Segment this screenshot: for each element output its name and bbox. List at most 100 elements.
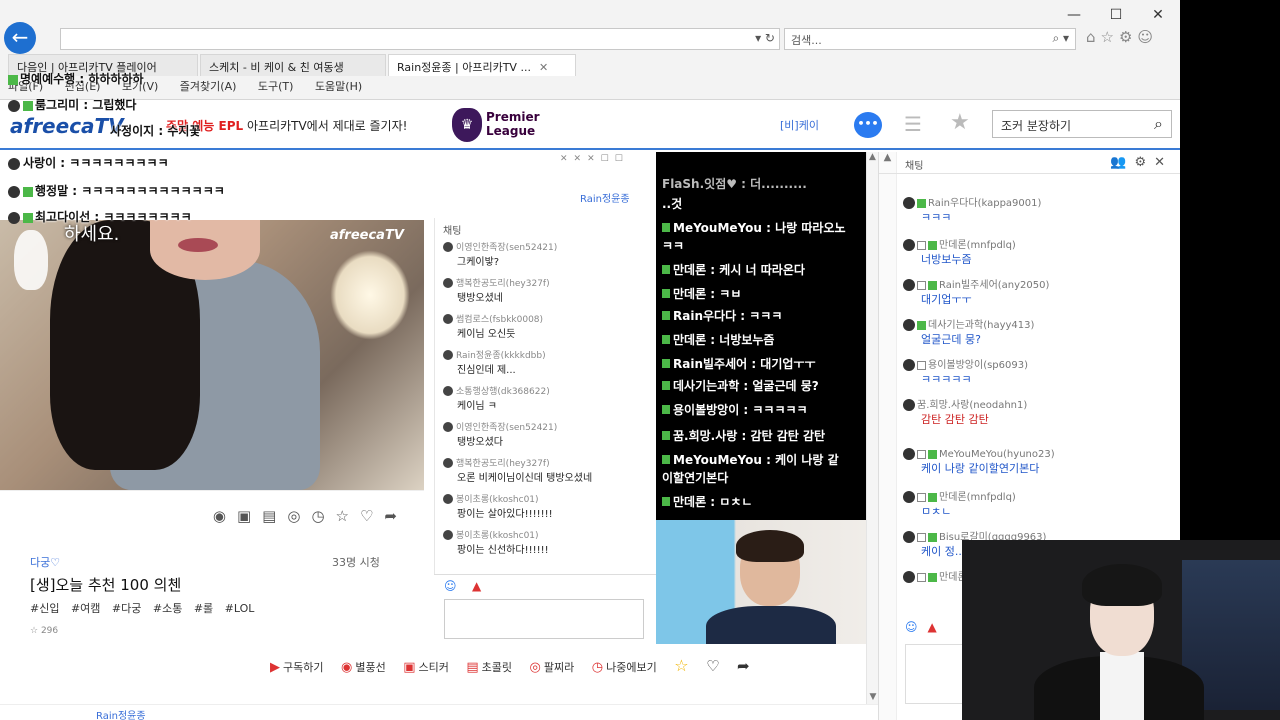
overlay-chat-line: 행정말 : ㅋㅋㅋㅋㅋㅋㅋㅋㅋㅋㅋㅋㅋ [8,182,225,199]
list-item[interactable]: 데사기는과학(hayy413) 얼굴근데 뭉? [903,316,1175,347]
close-window-icon[interactable]: ✕ [1144,4,1172,26]
list-item[interactable]: Rain정윤종(kkkkdbb) 진심인데 제... [443,348,653,376]
overlay-chat-line: MeYouMeYou : 케이 나랑 같 [662,452,874,469]
bottom-strip: Rain정윤종 [0,704,878,720]
list-item[interactable]: 썸컴로스(fsbkk0008) 케이님 오신듯 [443,312,653,340]
page-scrollbar[interactable]: ▲ ▼ [866,152,878,704]
list-item[interactable]: 행복한공도리(hey327f) 오론 비케이님이신데 탱방오셨네 [443,456,653,484]
mid-chat-title: 채팅 [443,226,462,237]
sticker-button[interactable]: ▣ 스티커 [403,659,449,675]
avatar [443,494,453,504]
viewer-count: 33명 시청 [332,556,380,569]
balloon-icon: ◉ [340,660,353,675]
inner-user[interactable]: Rain정윤종 [580,190,630,205]
list-item[interactable]: MeYouMeYou(hyuno23) 케이 나랑 같이할연기본다 [903,448,1175,476]
list-item[interactable]: 꿈.희망.사랑(neodahn1) 감탄 감탄 감탄 [903,396,1175,427]
chat-scrollbar[interactable]: ▲ [879,152,897,720]
list-item[interactable]: 소통행상행(dk368622) 케이님 ㅋ [443,384,653,412]
header-user[interactable]: [비]케이 [780,117,819,133]
stream-tags[interactable]: #신입 #여캠 #다궁 #소통 #롤 #LOL [30,600,254,616]
sticker-icon: ▣ [403,660,416,675]
favorite-star-icon[interactable]: ★ [950,110,970,135]
list-item[interactable]: 봉이초롱(kkoshc01) 팡이는 살아있다!!!!!!! [443,492,653,520]
menu-help[interactable]: 도움말(H) [315,80,362,93]
list-item[interactable]: 만데론(mnfpdlq) ㅁㅊㄴ [903,488,1175,519]
lion-icon: ♛ [452,108,482,142]
tab-sketch[interactable]: 스케치 - 비 케이 & 친 여동생 [200,54,386,76]
avatar [903,531,915,543]
bottom-streamer[interactable]: Rain정윤종 [96,707,146,720]
mid-chat-input[interactable] [444,599,644,639]
streamer-name[interactable]: 다궁♡ [30,554,60,570]
scroll-up-icon[interactable]: ▲ [867,152,878,162]
inner-window-controls[interactable]: ✕✕✕☐☐ [560,154,629,164]
right-chat-input[interactable] [905,644,969,704]
premier-league-logo[interactable]: ♛ Premier League [452,108,542,142]
avatar [903,239,915,251]
overlay-chat-line: FlaSh.잇점♥ : 더.......... [662,177,807,191]
list-item[interactable]: Rain우다다(kappa9001) ㅋㅋㅋ [903,194,1175,225]
list-item[interactable]: 용이볼방앙이(sp6093) ㅋㅋㅋㅋㅋ [903,356,1175,387]
subscribe-button[interactable]: ▶ 구독하기 [270,659,323,675]
search-icon[interactable]: ⌕ [1154,114,1163,134]
search-icon[interactable]: ⌕ ▾ [1052,31,1069,46]
chocolate-icon: ▤ [466,660,479,675]
maximize-icon[interactable]: ☐ [1102,4,1130,26]
avatar [443,278,453,288]
overlay-chat-line: 꿈.희망.사랑 : 감탄 감탄 감탄 [662,428,874,445]
browser-chrome: — ☐ ✕ ← ▾ ↻ 검색... ⌕ ▾ ⌂☆⚙☺ 다음인 | 아프리카TV … [0,0,1180,100]
avatar [903,319,915,331]
list-item[interactable]: 이영인한족장(sen52421) 탱방오셨다 [443,420,653,448]
watch-later-button[interactable]: ◷ 나중에보기 [592,659,657,675]
address-bar[interactable]: ▾ ↻ [60,28,780,50]
list-item[interactable]: 봉이초롱(kkoshc01) 팡이는 신선하다!!!!!! [443,528,653,556]
alert-icon[interactable]: ▲ [928,620,947,634]
star-balloon-button[interactable]: ◉ 별풍선 [341,659,386,675]
chocolate-button[interactable]: ▤ 초콜릿 [466,659,512,675]
users-icon[interactable]: 👥 [1110,155,1134,170]
avatar [903,197,915,209]
avatar [903,359,915,371]
minimize-icon[interactable]: — [1060,4,1088,26]
hamburger-menu-icon[interactable]: ☰ [904,112,922,136]
ghost-sticker [14,230,48,290]
overlay-chat-line: 만데론 : ㅋㅂ [662,286,874,303]
player-controls: ◉▣▤◎◷☆♡➦ [0,490,424,540]
close-icon[interactable]: ✕ [1154,155,1173,170]
alert-icon[interactable]: ▲ [472,579,481,593]
chat-bubble-icon[interactable]: ••• [854,112,882,138]
promo-banner[interactable]: 주말 예능 EPL 아프리카TV에서 제대로 즐기자! [166,117,407,134]
emoji-icon[interactable]: ☺ [444,579,457,593]
browser-toolbar-icons[interactable]: ⌂☆⚙☺ [1086,28,1158,46]
overlay-chat-line: 만데론 : ㅁㅊㄴ [662,494,874,511]
header-search-input[interactable]: 조커 분장하기 ⌕ [992,110,1172,138]
browser-search-input[interactable]: 검색... ⌕ ▾ [784,28,1076,50]
list-item[interactable]: 만데론(mnfpdlq) 너방보누즘 [903,236,1175,267]
avatar [903,448,915,460]
header-search-text: 조커 분장하기 [1001,119,1072,133]
emoji-icon[interactable]: ☺ [905,620,928,634]
like-icon[interactable]: ♡ [706,657,719,675]
refresh-icon[interactable]: ▾ ↻ [755,31,775,45]
player-control-icons[interactable]: ◉▣▤◎◷☆♡➦ [213,507,408,525]
back-button[interactable]: ← [4,22,36,54]
menu-favorites[interactable]: 즐겨찾기(A) [180,80,237,93]
list-item[interactable]: 행복한공도리(hey327f) 탱방오셨네 [443,276,653,304]
bracelet-button[interactable]: ◎ 팔찌라 [530,659,575,675]
menu-tools[interactable]: 도구(T) [258,80,294,93]
favorite-icon[interactable]: ☆ [674,656,688,675]
list-item[interactable]: Rain빌주세어(any2050) 대기업ㅜㅜ [903,276,1175,307]
webcam-feed-a [656,520,878,644]
list-item[interactable]: 이영인한족장(sen52421) 그케이밯? [443,240,653,268]
overlay-chat-line: 최고다이선 : ㅋㅋㅋㅋㅋㅋㅋㅋ [8,208,192,225]
overlay-chat-line: ..것 [662,197,683,211]
avatar [443,458,453,468]
gear-icon[interactable]: ⚙ [1134,155,1154,170]
share-icon[interactable]: ➦ [737,657,750,675]
overlay-chat-box: FlaSh.잇점♥ : 더.......... ..것 MeYouMeYou :… [656,152,878,520]
afreeca-logo[interactable]: afreecaTV [10,114,124,138]
close-tab-icon[interactable]: ✕ [539,61,548,74]
overlay-chat-line: 사랑이 : ㅋㅋㅋㅋㅋㅋㅋㅋㅋ [8,154,169,171]
tab-rain[interactable]: Rain정윤종 | 아프리카TV ... ✕ [388,54,576,76]
video-player[interactable]: 하세요. afreecaTV [0,220,424,490]
